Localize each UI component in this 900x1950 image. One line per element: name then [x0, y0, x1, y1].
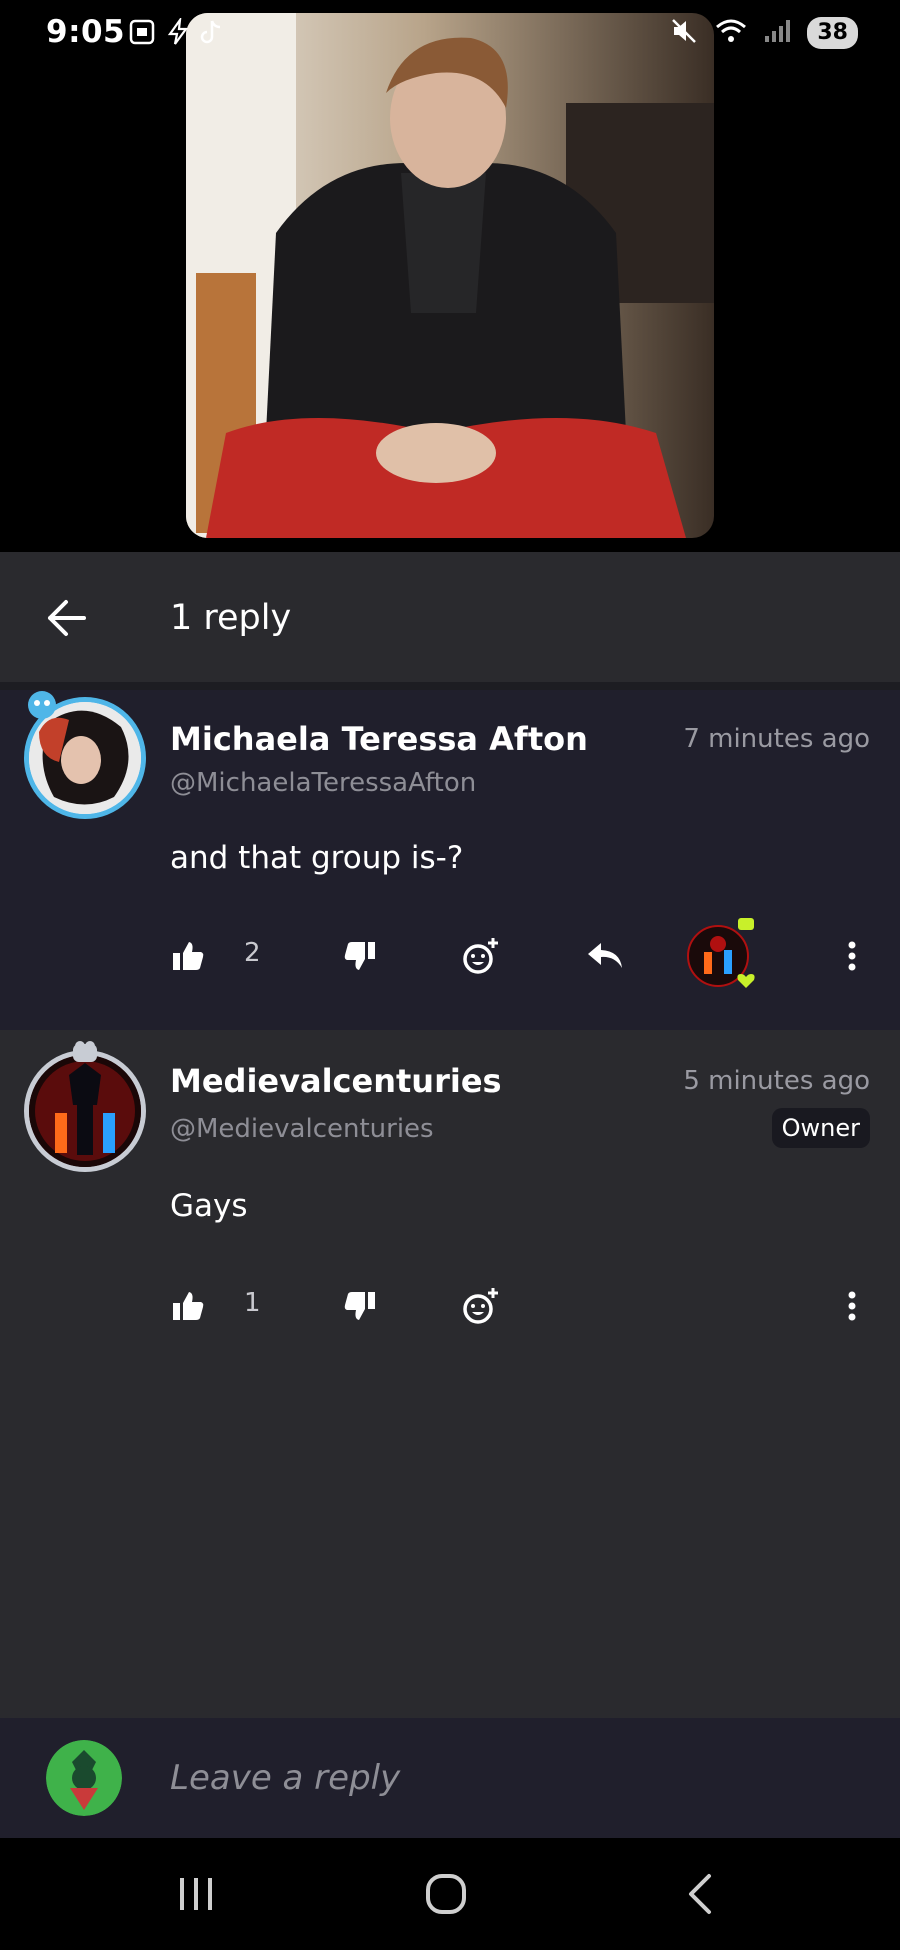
- heart-icon: [736, 972, 756, 994]
- add-reaction-button[interactable]: [456, 1276, 506, 1336]
- reaction-badge-icon: [736, 916, 756, 938]
- status-time: 9:05: [46, 14, 126, 50]
- comment-item: Medievalcenturies @Medievalcenturies 5 m…: [0, 1030, 900, 1718]
- comment-actions: 2: [0, 918, 900, 988]
- battery-indicator: 38: [807, 17, 858, 49]
- dislike-button[interactable]: [338, 926, 382, 986]
- comment-handle: @Medievalcenturies: [170, 1114, 434, 1144]
- add-reaction-button[interactable]: [456, 926, 506, 986]
- avatar[interactable]: [24, 1041, 146, 1172]
- reactor-avatar[interactable]: [680, 918, 756, 988]
- avatar-badge-icon: [26, 689, 58, 725]
- like-button[interactable]: [166, 926, 210, 986]
- recent-apps-button[interactable]: [146, 1858, 246, 1930]
- media-viewer: [0, 0, 900, 552]
- comment-time: 5 minutes ago: [683, 1066, 870, 1096]
- screenshot-icon: [128, 18, 156, 50]
- flash-icon: [166, 15, 190, 50]
- wifi-icon: [715, 17, 747, 49]
- avatar[interactable]: [24, 691, 146, 819]
- more-vertical-icon: [848, 941, 856, 971]
- comment-actions: 1: [0, 1276, 900, 1336]
- thumbs-down-icon: [344, 942, 375, 970]
- post-photo[interactable]: [186, 13, 714, 538]
- system-back-button[interactable]: [650, 1858, 750, 1930]
- reply-arrow-icon: [588, 943, 622, 968]
- more-options-button[interactable]: [832, 1276, 872, 1336]
- avatar-frame-icon: [70, 1038, 100, 1068]
- comment-time: 7 minutes ago: [683, 724, 870, 754]
- reply-input[interactable]: [170, 1750, 850, 1806]
- add-emoji-icon: [463, 938, 498, 974]
- back-button[interactable]: [38, 590, 94, 646]
- like-button[interactable]: [166, 1276, 210, 1336]
- comment-item: Michaela Teressa Afton @MichaelaTeressaA…: [0, 690, 900, 1030]
- page-title: 1 reply: [170, 598, 292, 638]
- thumbs-up-icon: [173, 1292, 204, 1320]
- signal-icon: [763, 18, 791, 48]
- tiktok-icon: [200, 18, 222, 50]
- system-nav-bar: [0, 1838, 900, 1950]
- like-count: 2: [244, 938, 261, 968]
- comment-author[interactable]: Michaela Teressa Afton: [170, 720, 588, 758]
- mute-icon: [669, 16, 699, 50]
- dislike-button[interactable]: [338, 1276, 382, 1336]
- like-count: 1: [244, 1288, 261, 1318]
- thumbs-down-icon: [344, 1292, 375, 1320]
- chevron-left-icon: [689, 1874, 711, 1914]
- thumbs-up-icon: [173, 942, 204, 970]
- recents-icon: [180, 1878, 212, 1910]
- reply-bar: [0, 1718, 900, 1838]
- add-emoji-icon: [463, 1288, 498, 1324]
- comment-text: and that group is-?: [170, 840, 464, 876]
- divider: [0, 682, 900, 690]
- home-button[interactable]: [396, 1858, 496, 1930]
- replies-header: 1 reply: [0, 552, 900, 682]
- owner-badge: Owner: [771, 1108, 870, 1148]
- home-icon: [426, 1874, 466, 1914]
- comment-text: Gays: [170, 1188, 248, 1224]
- more-vertical-icon: [848, 1291, 856, 1321]
- comment-handle: @MichaelaTeressaAfton: [170, 768, 477, 798]
- current-user-avatar[interactable]: [46, 1740, 122, 1816]
- comment-author[interactable]: Medievalcenturies: [170, 1062, 502, 1100]
- arrow-left-icon: [48, 600, 86, 636]
- status-bar: 9:05 38: [0, 0, 900, 70]
- more-options-button[interactable]: [832, 926, 872, 986]
- reply-button[interactable]: [580, 926, 630, 986]
